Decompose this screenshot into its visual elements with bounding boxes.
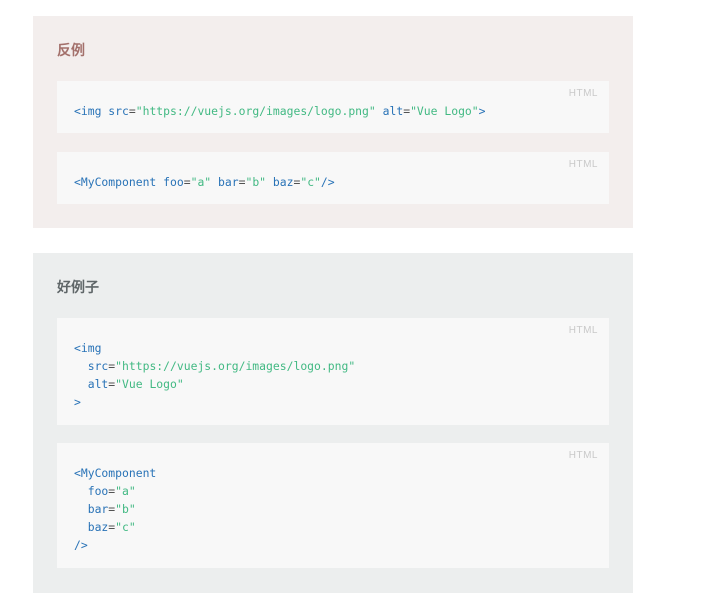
- code-token-attr: baz: [74, 520, 109, 534]
- code-language-label: HTML: [568, 159, 598, 170]
- code-token-attr: foo: [74, 484, 109, 498]
- code-token-punc: =: [128, 104, 136, 118]
- code-token-attr: alt: [375, 104, 404, 118]
- code-content: <img src="https://vuejs.org/images/logo.…: [74, 81, 592, 120]
- code-token-attr: bar: [211, 175, 239, 189]
- good-example-title: 好例子: [57, 280, 99, 296]
- code-block: HTML <MyComponent foo="a" bar="b" baz="c…: [57, 152, 609, 204]
- code-token-attr: src: [108, 104, 129, 118]
- code-token-tag: />: [74, 538, 88, 552]
- code-token-val: "a": [115, 484, 136, 498]
- bad-example-title: 反例: [57, 43, 85, 59]
- code-token-tag: <MyComponent: [74, 175, 164, 189]
- code-token-val: "b": [245, 175, 267, 189]
- code-language-label: HTML: [568, 450, 598, 461]
- code-block: HTML <img src="https://vuejs.org/images/…: [57, 318, 609, 425]
- code-block: HTML <img src="https://vuejs.org/images/…: [57, 81, 609, 133]
- code-token-attr: src: [74, 359, 109, 373]
- code-token-val: "c": [115, 520, 136, 534]
- code-token-attr: alt: [74, 377, 109, 391]
- code-token-val: "Vue Logo": [115, 377, 184, 391]
- code-token-tag: <img: [74, 341, 102, 355]
- code-token-val: "https://vuejs.org/images/logo.png": [115, 359, 356, 373]
- code-token-val: "c": [300, 175, 321, 189]
- code-token-val: "a": [190, 175, 212, 189]
- code-content: <MyComponent foo="a" bar="b" baz="c"/>: [74, 152, 592, 191]
- code-content: <img src="https://vuejs.org/images/logo.…: [74, 318, 592, 411]
- bad-example-panel: 反例 HTML <img src="https://vuejs.org/imag…: [33, 16, 633, 228]
- code-token-val: "Vue Logo": [410, 104, 479, 118]
- code-token-val: "b": [115, 502, 136, 516]
- good-example-panel: 好例子 HTML <img src="https://vuejs.org/ima…: [33, 253, 633, 593]
- code-token-punc: =: [183, 175, 191, 189]
- code-token-attr: bar: [74, 502, 109, 516]
- code-language-label: HTML: [568, 88, 598, 99]
- code-token-attr: baz: [266, 175, 294, 189]
- code-token-tag: >: [478, 104, 486, 118]
- code-block: HTML <MyComponent foo="a" bar="b" baz="c…: [57, 443, 609, 568]
- code-token-val: "https://vuejs.org/images/logo.png": [135, 104, 376, 118]
- code-token-tag: />: [320, 175, 335, 189]
- code-token-tag: <MyComponent: [74, 466, 157, 480]
- code-token-tag: >: [74, 395, 81, 409]
- code-token-attr: foo: [163, 175, 184, 189]
- code-token-tag: <img: [74, 104, 109, 118]
- code-language-label: HTML: [568, 325, 598, 336]
- code-content: <MyComponent foo="a" bar="b" baz="c" />: [74, 443, 592, 554]
